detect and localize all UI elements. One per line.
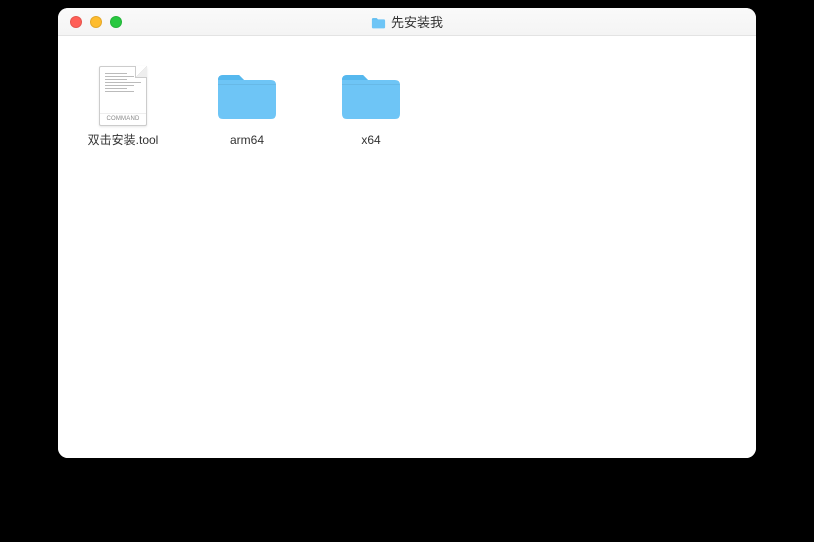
maximize-button[interactable]: [110, 16, 122, 28]
file-label: 双击安装.tool: [88, 133, 159, 149]
finder-window: 先安装我 COMMAND: [58, 8, 756, 458]
folder-item-x64[interactable]: x64: [326, 64, 416, 149]
folder-label: arm64: [230, 133, 264, 149]
titlebar[interactable]: 先安装我: [58, 8, 756, 36]
file-type-badge: COMMAND: [100, 113, 146, 125]
file-item-command[interactable]: COMMAND 双击安装.tool: [78, 64, 168, 149]
command-file-icon: COMMAND: [91, 64, 155, 128]
close-button[interactable]: [70, 16, 82, 28]
folder-icon: [371, 16, 386, 28]
title-center: 先安装我: [58, 12, 756, 31]
folder-item-arm64[interactable]: arm64: [202, 64, 292, 149]
folder-icon: [339, 64, 403, 128]
minimize-button[interactable]: [90, 16, 102, 28]
folder-label: x64: [361, 133, 380, 149]
content-area[interactable]: COMMAND 双击安装.tool arm64: [58, 36, 756, 458]
traffic-lights: [58, 16, 122, 28]
folder-icon: [215, 64, 279, 128]
window-title: 先安装我: [391, 12, 443, 31]
